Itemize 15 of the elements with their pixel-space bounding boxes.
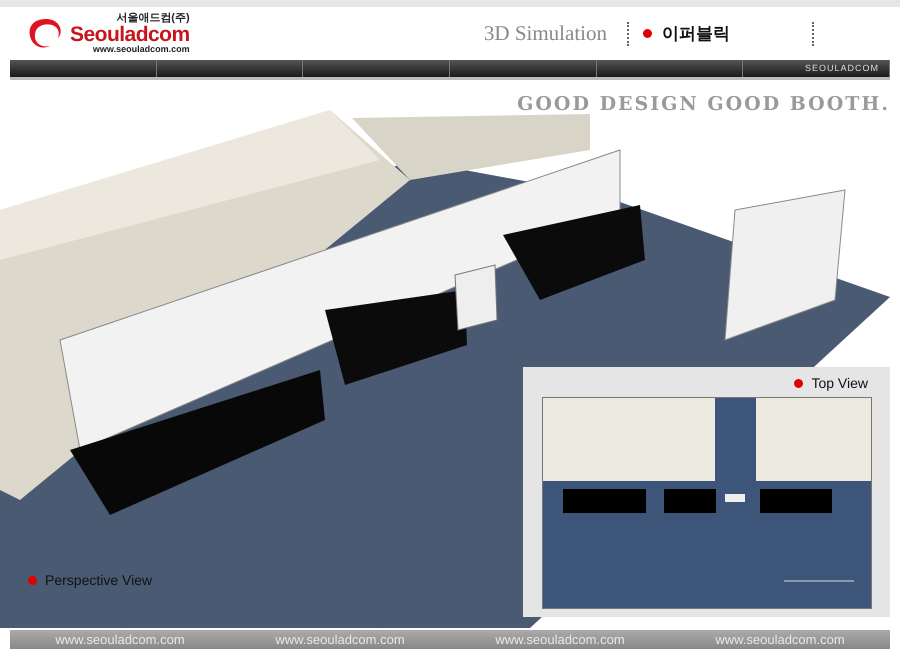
logo-url: www.seouladcom.com <box>92 45 190 54</box>
footer-link[interactable]: www.seouladcom.com <box>275 630 405 650</box>
bullet-icon <box>794 378 804 388</box>
view-label: Top View <box>811 374 868 393</box>
view-label: Perspective View <box>45 571 152 590</box>
page-title: 3D Simulation <box>484 20 607 47</box>
tagline: GOOD DESIGN GOOD BOOTH. <box>517 92 890 117</box>
bullet-icon <box>643 29 652 38</box>
footer-link[interactable]: www.seouladcom.com <box>715 630 845 650</box>
client-name: 이퍼블릭 <box>662 22 731 45</box>
logo-wordmark: Seouladcom <box>70 24 190 45</box>
footer-link[interactable]: www.seouladcom.com <box>55 630 185 650</box>
nav-link[interactable]: SEOULADCOM <box>805 62 880 76</box>
company-korean-name: 서울애드컴(주) <box>116 13 190 24</box>
footer-link[interactable]: www.seouladcom.com <box>495 630 625 650</box>
